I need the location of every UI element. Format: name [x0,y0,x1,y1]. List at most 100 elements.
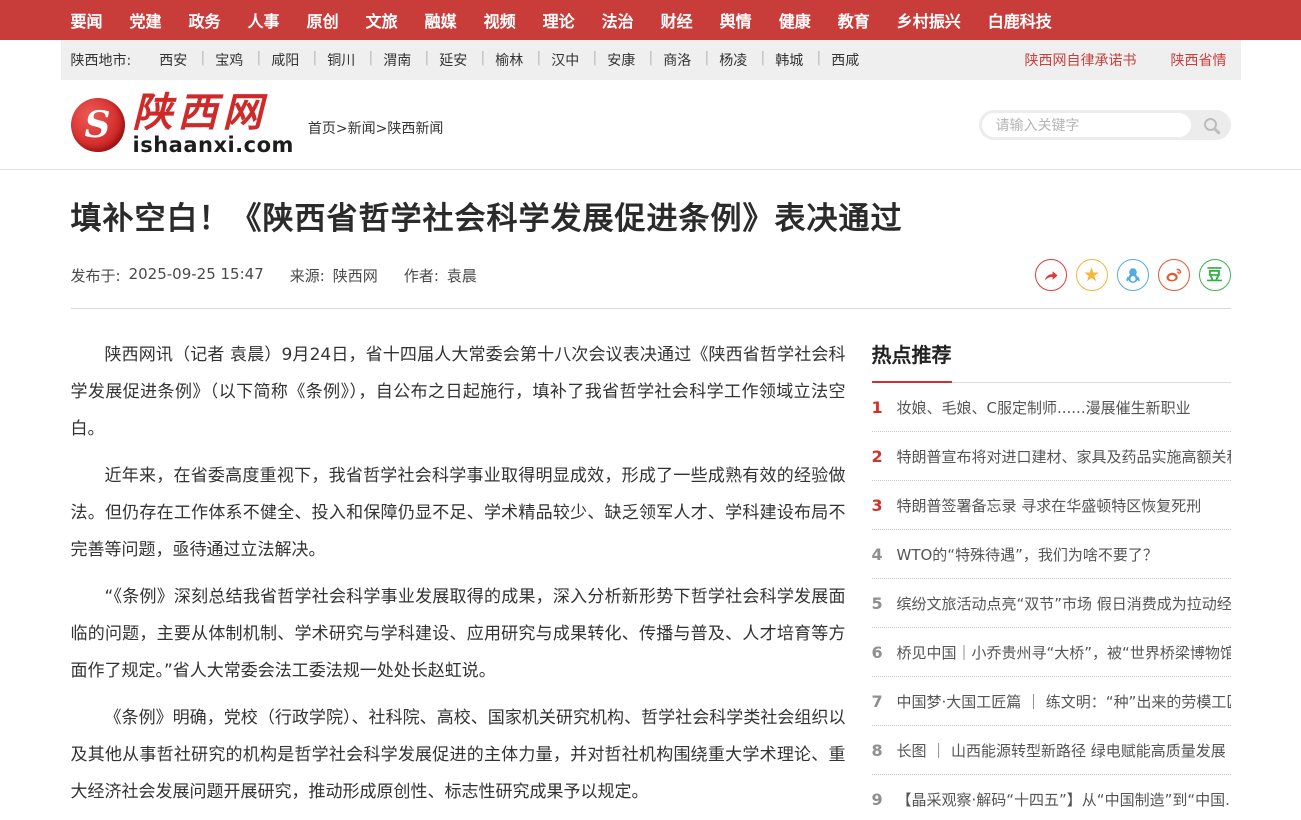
city-link[interactable]: 铜川 [313,50,369,70]
weibo-icon[interactable] [1158,259,1190,291]
top-nav-item[interactable]: 人事 [248,8,280,32]
main-content: 陕西网讯（记者 袁晨）9月24日，省十四届人大常委会第十八次会议表决通过《陕西省… [61,309,1241,820]
top-nav-item[interactable]: 融媒 [425,8,457,32]
hot-item-title: 特朗普宣布将对进口建材、家具及药品实施高额关税 [897,446,1231,467]
meta-pair: 发布于: 2025-09-25 15:47 [71,265,264,286]
hot-list-item[interactable]: 1 妆娘、毛娘、C服定制师......漫展催生新职业 [872,383,1231,432]
hot-list-item[interactable]: 2 特朗普宣布将对进口建材、家具及药品实施高额关税 [872,432,1231,481]
logo-title: 陕西网 [133,93,294,133]
top-nav-item[interactable]: 视频 [484,8,516,32]
hot-rank: 9 [872,790,888,809]
city-link[interactable]: 宝鸡 [201,50,257,70]
city-link[interactable]: 延安 [425,50,481,70]
top-nav-item[interactable]: 财经 [661,8,693,32]
city-link[interactable]: 安康 [593,50,649,70]
top-nav-item[interactable]: 健康 [779,8,811,32]
article-meta: 发布于: 2025-09-25 15:47 来源: 陕西网 作者: 袁晨 [71,265,503,286]
meta-pair: 来源: 陕西网 [290,265,378,286]
hot-list-item[interactable]: 4 WTO的“特殊待遇”，我们为啥不要了？ [872,530,1231,579]
meta-value: 陕西网 [333,265,378,286]
article-title: 填补空白！《陕西省哲学社会科学发展促进条例》表决通过 [71,193,1231,238]
hot-list-item[interactable]: 5 缤纷文旅活动点亮“双节”市场 假日消费成为拉动经济... [872,579,1231,628]
city-bar-label: 陕西地市: [71,50,132,70]
city-link[interactable]: 汉中 [537,50,593,70]
share-arrow-icon[interactable] [1035,259,1067,291]
search-icon [1204,118,1217,131]
top-nav-item[interactable]: 法治 [602,8,634,32]
hot-item-title: 妆娘、毛娘、C服定制师......漫展催生新职业 [897,397,1191,418]
city-link[interactable]: 咸阳 [257,50,313,70]
breadcrumb[interactable]: 首页>新闻>陕西新闻 [308,118,443,138]
hot-list-item[interactable]: 7 中国梦·大国工匠篇 ｜ 练文明：“种”出来的劳模工匠 [872,677,1231,726]
logo-domain: ishaanxi.com [133,135,294,156]
logo-mark-icon: S [71,98,125,152]
hot-item-title: WTO的“特殊待遇”，我们为啥不要了？ [897,544,1158,565]
search-input[interactable] [982,113,1191,137]
city-bar-right-link[interactable]: 陕西网自律承诺书 [1025,50,1137,70]
hot-item-title: 桥见中国｜小乔贵州寻“大桥”，被“世界桥梁博物馆... [897,642,1231,663]
top-nav-item[interactable]: 政务 [189,8,221,32]
share-bar: ★ 豆 [1035,259,1231,291]
city-link[interactable]: 西咸 [817,50,873,70]
hot-rank: 3 [872,496,888,515]
article-header: 填补空白！《陕西省哲学社会科学发展促进条例》表决通过 发布于: 2025-09-… [61,170,1241,309]
hot-list: 1 妆娘、毛娘、C服定制师......漫展催生新职业 2 特朗普宣布将对进口建材… [872,383,1231,820]
hot-rank: 5 [872,594,888,613]
hot-recommend-sidebar: 热点推荐 1 妆娘、毛娘、C服定制师......漫展催生新职业 2 特朗普宣布将… [872,337,1231,820]
top-nav-item[interactable]: 文旅 [366,8,398,32]
top-nav-item[interactable]: 舆情 [720,8,752,32]
hot-item-title: 长图 ｜ 山西能源转型新路径 绿电赋能高质量发展 [897,740,1226,761]
site-logo[interactable]: S 陕西网 ishaanxi.com [71,93,294,156]
qzone-star-icon[interactable]: ★ [1076,259,1108,291]
top-navigation-bar: 要闻 党建 政务 人事 原创 文旅 融媒 视频 理论 法治 财经 舆情 健康 教育 乡村振兴 白鹿科技 [0,0,1301,40]
hot-rank: 8 [872,741,888,760]
hot-list-item[interactable]: 9 【晶采观察·解码“十四五”】从“中国制造”到“中国... [872,775,1231,820]
top-nav-item[interactable]: 理论 [543,8,575,32]
hot-item-title: 【晶采观察·解码“十四五”】从“中国制造”到“中国... [897,789,1231,810]
top-nav-item[interactable]: 白鹿科技 [988,8,1052,32]
hot-rank: 4 [872,545,888,564]
article-paragraph: 陕西网讯（记者 袁晨）9月24日，省十四届人大常委会第十八次会议表决通过《陕西省… [71,337,846,448]
hot-rank: 6 [872,643,888,662]
article-paragraph: 近年来，在省委高度重视下，我省哲学社会科学事业取得明显成效，形成了一些成熟有效的… [71,458,846,569]
city-bar: 陕西地市: 西安宝鸡咸阳铜川渭南延安榆林汉中安康商洛杨凌韩城西咸 陕西网自律承诺… [61,40,1241,80]
hot-list-item[interactable]: 3 特朗普签署备忘录 寻求在华盛顿特区恢复死刑 [872,481,1231,530]
hot-list-item[interactable]: 6 桥见中国｜小乔贵州寻“大桥”，被“世界桥梁博物馆... [872,628,1231,677]
douban-icon[interactable]: 豆 [1199,259,1231,291]
city-link[interactable]: 杨凌 [705,50,761,70]
city-link[interactable]: 西安 [145,50,201,70]
city-bar-wrap: 陕西地市: 西安宝鸡咸阳铜川渭南延安榆林汉中安康商洛杨凌韩城西咸 陕西网自律承诺… [0,40,1301,80]
article-paragraph: 《条例》明确，党校（行政学院）、社科院、高校、国家机关研究机构、哲学社会科学类社… [71,700,846,811]
hot-list-item[interactable]: 8 长图 ｜ 山西能源转型新路径 绿电赋能高质量发展 [872,726,1231,775]
article-body: 陕西网讯（记者 袁晨）9月24日，省十四届人大常委会第十八次会议表决通过《陕西省… [71,337,846,820]
city-link[interactable]: 渭南 [369,50,425,70]
hot-rank: 7 [872,692,888,711]
hot-item-title: 中国梦·大国工匠篇 ｜ 练文明：“种”出来的劳模工匠 [897,691,1231,712]
meta-value: 袁晨 [447,265,477,286]
meta-label: 作者: [404,265,439,286]
meta-value: 2025-09-25 15:47 [129,265,264,286]
hot-item-title: 缤纷文旅活动点亮“双节”市场 假日消费成为拉动经济... [897,593,1231,614]
sidebar-header: 热点推荐 [872,339,1231,383]
top-nav-item[interactable]: 教育 [838,8,870,32]
city-link[interactable]: 韩城 [761,50,817,70]
city-list: 西安宝鸡咸阳铜川渭南延安榆林汉中安康商洛杨凌韩城西咸 [145,50,873,70]
top-nav-list: 要闻 党建 政务 人事 原创 文旅 融媒 视频 理论 法治 财经 舆情 健康 教育 乡村振兴 白鹿科技 [71,8,1052,32]
top-nav-item[interactable]: 党建 [130,8,162,32]
meta-pair: 作者: 袁晨 [404,265,477,286]
top-nav-item[interactable]: 乡村振兴 [897,8,961,32]
city-bar-right-link[interactable]: 陕西省情 [1171,50,1227,70]
top-nav-item[interactable]: 要闻 [71,8,103,32]
meta-label: 来源: [290,265,325,286]
city-link[interactable]: 商洛 [649,50,705,70]
sidebar-title: 热点推荐 [872,339,952,383]
top-nav-item[interactable]: 原创 [307,8,339,32]
hot-item-title: 特朗普签署备忘录 寻求在华盛顿特区恢复死刑 [897,495,1202,516]
qq-icon[interactable] [1117,259,1149,291]
city-link[interactable]: 榆林 [481,50,537,70]
meta-label: 发布于: [71,265,121,286]
search-button[interactable] [1191,110,1231,140]
site-header: S 陕西网 ishaanxi.com 首页>新闻>陕西新闻 [0,80,1301,170]
city-bar-links: 陕西网自律承诺书 陕西省情 [1025,50,1227,70]
article-paragraph: “《条例》深刻总结我省哲学社会科学事业发展取得的成果，深入分析新形势下哲学社会科… [71,579,846,690]
